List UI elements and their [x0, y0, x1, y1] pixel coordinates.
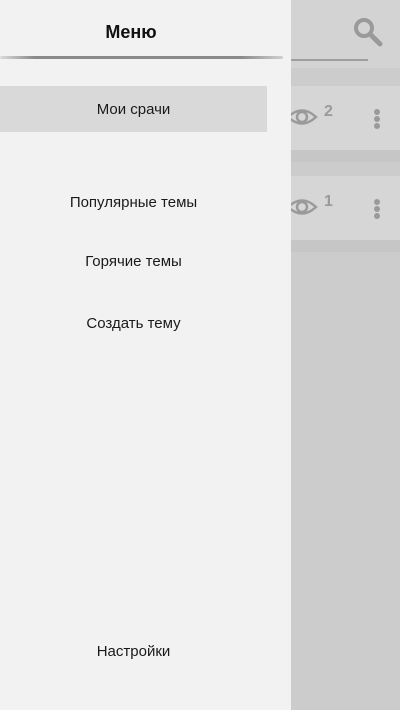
menu-item-label: Популярные темы	[69, 193, 198, 211]
menu-item-label: Мои срачи	[96, 100, 171, 118]
search-button[interactable]	[350, 14, 386, 50]
views-count: 2	[324, 103, 333, 120]
menu-item-label: Создать тему	[86, 314, 181, 332]
menu-item-popular-topics[interactable]: Популярные темы	[0, 182, 267, 222]
more-options-button[interactable]	[366, 196, 388, 222]
menu-item-label: Горячие темы	[85, 252, 182, 270]
menu-item-settings[interactable]: Настройки	[0, 631, 267, 671]
views-count: 1	[324, 193, 333, 210]
more-vert-icon	[374, 199, 380, 205]
menu-item-create-topic[interactable]: Создать тему	[0, 303, 267, 343]
drawer-title: Меню	[105, 22, 157, 42]
menu-item-label: Настройки	[96, 642, 171, 660]
navigation-drawer: Меню Мои срачи Популярные темы Горячие т…	[0, 0, 291, 710]
menu-item-my-threads[interactable]: Мои срачи	[0, 86, 267, 132]
search-icon	[354, 18, 383, 47]
menu-item-hot-topics[interactable]: Горячие темы	[0, 241, 267, 281]
drawer-divider	[0, 56, 283, 59]
views-counter: 1	[286, 193, 333, 220]
views-counter: 2	[286, 103, 333, 130]
more-vert-icon	[374, 109, 380, 115]
more-options-button[interactable]	[366, 106, 388, 132]
